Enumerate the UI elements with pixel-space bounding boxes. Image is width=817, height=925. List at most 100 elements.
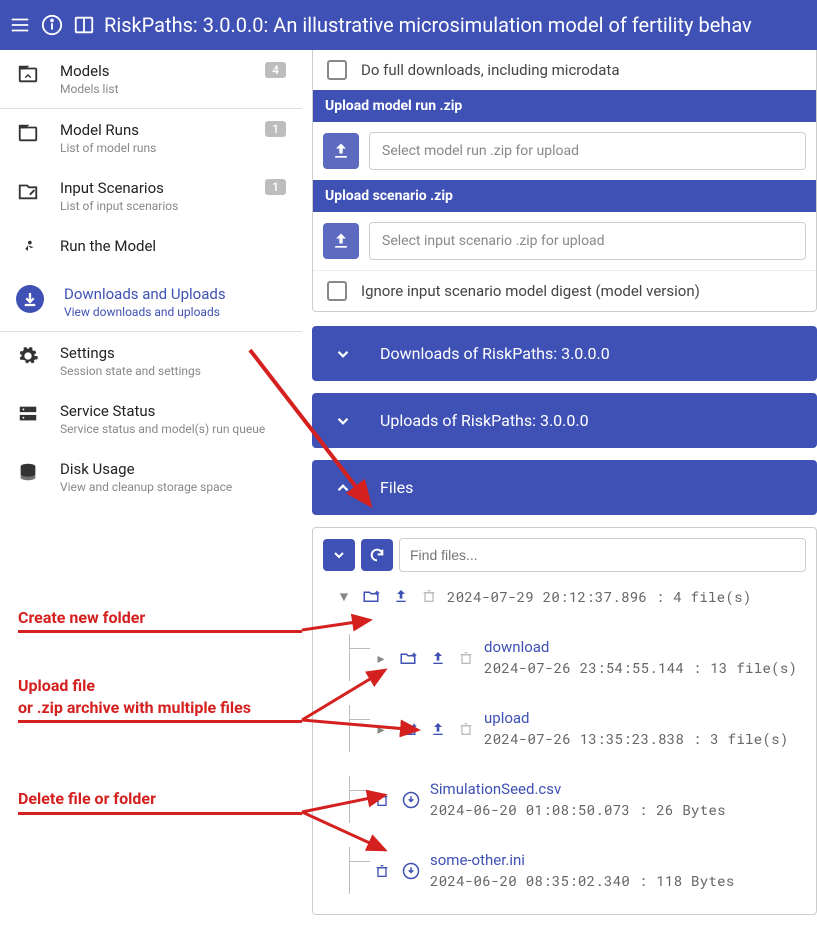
sidebar-item-sub: Service status and model(s) run queue: [60, 422, 286, 436]
annotation-line: [18, 720, 302, 723]
chevron-down-icon: [334, 345, 352, 363]
annotation-create-folder: Create new folder: [18, 607, 145, 629]
sidebar-item-label: Model Runs: [60, 121, 245, 139]
refresh-button[interactable]: [361, 539, 393, 571]
new-folder-icon[interactable]: [361, 587, 381, 605]
folder-meta: 2024-07-26 23:54:55.144 : 13 file(s): [484, 658, 797, 677]
app-header: RiskPaths: 3.0.0.0: An illustrative micr…: [0, 0, 817, 50]
sidebar-item-label: Downloads and Uploads: [64, 285, 286, 303]
upload-scenario-button[interactable]: [323, 223, 359, 259]
files-panel: ▼ 2024-07-29 20:12:37.896 : 4 file(s) ▸: [312, 527, 817, 915]
folder-icon: [16, 121, 40, 145]
file-name[interactable]: some-other.ini: [430, 851, 735, 869]
full-download-checkbox[interactable]: [327, 60, 347, 80]
accordion-files[interactable]: Files: [312, 460, 817, 515]
sidebar-badge: 1: [265, 179, 286, 195]
folder-name[interactable]: download: [484, 638, 797, 656]
sidebar-item-sub: List of model runs: [60, 141, 245, 155]
accordion-uploads[interactable]: Uploads of RiskPaths: 3.0.0.0: [312, 393, 817, 448]
ignore-digest-checkbox[interactable]: [327, 281, 347, 301]
delete-icon[interactable]: [374, 791, 390, 809]
sidebar-item-sub: List of input scenarios: [60, 199, 245, 213]
book-icon[interactable]: [72, 13, 96, 37]
info-icon[interactable]: [40, 13, 64, 37]
sidebar-item-sub: Models list: [60, 82, 245, 96]
expander-open-icon[interactable]: ▼: [337, 586, 351, 606]
model-run-zip-input[interactable]: Select model run .zip for upload: [369, 132, 806, 170]
sidebar-item-model-runs[interactable]: Model Runs List of model runs 1: [0, 109, 302, 167]
download-icon: [16, 285, 44, 313]
collapse-tree-button[interactable]: [323, 539, 355, 571]
annotation-line: [18, 812, 302, 815]
file-name[interactable]: SimulationSeed.csv: [430, 780, 726, 798]
new-folder-icon[interactable]: [398, 720, 418, 738]
sidebar-item-service-status[interactable]: Service Status Service status and model(…: [0, 390, 302, 448]
annotation-line: [18, 630, 302, 633]
sidebar-item-models[interactable]: Models Models list 4: [0, 50, 302, 108]
upload-model-run-header: Upload model run .zip: [313, 90, 816, 122]
upload-config-panel: Do full downloads, including microdata U…: [312, 50, 817, 312]
sidebar-item-label: Service Status: [60, 402, 286, 420]
full-download-row[interactable]: Do full downloads, including microdata: [313, 50, 816, 90]
run-icon: [16, 237, 40, 261]
ignore-digest-row[interactable]: Ignore input scenario model digest (mode…: [313, 270, 816, 311]
delete-icon: [458, 720, 474, 738]
accordion-label: Downloads of RiskPaths: 3.0.0.0: [380, 344, 610, 363]
tree-row: some-other.ini 2024-06-20 08:35:02.340 :…: [349, 847, 806, 894]
gear-icon: [16, 344, 40, 368]
download-file-icon[interactable]: [402, 791, 420, 809]
sidebar-item-sub: View and cleanup storage space: [60, 480, 286, 494]
sidebar-item-disk-usage[interactable]: Disk Usage View and cleanup storage spac…: [0, 448, 302, 506]
sidebar-badge: 1: [265, 121, 286, 137]
folder-edit-icon: [16, 179, 40, 203]
chevron-down-icon: [334, 412, 352, 430]
delete-icon[interactable]: [374, 862, 390, 880]
accordion-label: Uploads of RiskPaths: 3.0.0.0: [380, 411, 589, 430]
accordion-label: Files: [380, 478, 413, 497]
expander-closed-icon[interactable]: ▸: [374, 719, 388, 738]
tree-row: ▸ upload 2024-07-26 13:35:23.838 : 3 fil…: [349, 705, 806, 752]
ignore-digest-label: Ignore input scenario model digest (mode…: [361, 282, 700, 300]
page-title: RiskPaths: 3.0.0.0: An illustrative micr…: [104, 13, 752, 37]
upload-model-run-button[interactable]: [323, 133, 359, 169]
sidebar-item-label: Settings: [60, 344, 286, 362]
scenario-zip-input[interactable]: Select input scenario .zip for upload: [369, 222, 806, 260]
annotation-delete: Delete file or folder: [18, 788, 156, 810]
tree-root-row: ▼ 2024-07-29 20:12:37.896 : 4 file(s): [323, 582, 806, 610]
sidebar-item-sub: View downloads and uploads: [64, 305, 286, 319]
menu-icon[interactable]: [8, 13, 32, 37]
expander-closed-icon[interactable]: ▸: [374, 648, 388, 667]
home-folder-icon: [16, 62, 40, 86]
tree-row: ▸ download 2024-07-26 23:54:55.144 : 13 …: [349, 634, 806, 681]
main-content: Do full downloads, including microdata U…: [302, 50, 817, 925]
find-files-input[interactable]: [399, 538, 806, 572]
sidebar-item-settings[interactable]: Settings Session state and settings: [0, 332, 302, 390]
upload-icon[interactable]: [393, 587, 409, 605]
sidebar-badge: 4: [265, 62, 286, 78]
sidebar-item-label: Models: [60, 62, 245, 80]
file-tree: ▼ 2024-07-29 20:12:37.896 : 4 file(s) ▸: [323, 582, 806, 894]
sidebar-item-label: Disk Usage: [60, 460, 286, 478]
delete-icon: [421, 587, 437, 605]
new-folder-icon[interactable]: [398, 649, 418, 667]
file-meta: 2024-06-20 08:35:02.340 : 118 Bytes: [430, 871, 735, 890]
full-download-label: Do full downloads, including microdata: [361, 61, 620, 79]
sidebar-item-input-scenarios[interactable]: Input Scenarios List of input scenarios …: [0, 167, 302, 225]
accordion-downloads[interactable]: Downloads of RiskPaths: 3.0.0.0: [312, 326, 817, 381]
file-meta: 2024-06-20 01:08:50.073 : 26 Bytes: [430, 800, 726, 819]
sidebar-item-downloads-uploads[interactable]: Downloads and Uploads View downloads and…: [0, 273, 302, 331]
upload-scenario-header: Upload scenario .zip: [313, 180, 816, 212]
server-icon: [16, 402, 40, 426]
disk-icon: [16, 460, 40, 484]
upload-icon[interactable]: [430, 720, 446, 738]
chevron-up-icon: [334, 479, 352, 497]
tree-row: SimulationSeed.csv 2024-06-20 01:08:50.0…: [349, 776, 806, 823]
download-file-icon[interactable]: [402, 862, 420, 880]
upload-icon[interactable]: [430, 649, 446, 667]
sidebar-item-sub: Session state and settings: [60, 364, 286, 378]
folder-name[interactable]: upload: [484, 709, 789, 727]
root-meta: 2024-07-29 20:12:37.896 : 4 file(s): [447, 587, 752, 606]
sidebar-item-run-model[interactable]: Run the Model: [0, 225, 302, 273]
sidebar-item-label: Input Scenarios: [60, 179, 245, 197]
folder-meta: 2024-07-26 13:35:23.838 : 3 file(s): [484, 729, 789, 748]
